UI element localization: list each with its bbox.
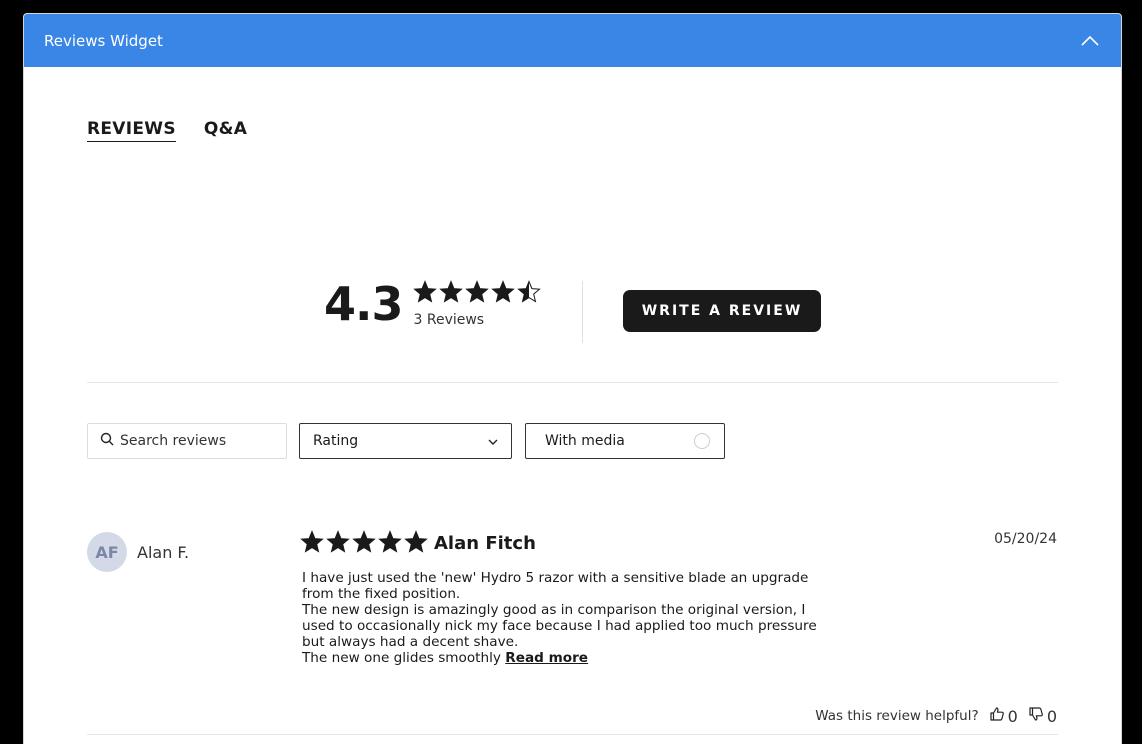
reviews-widget: Reviews Widget REVIEWS Q&A 4.3 3 Reviews… xyxy=(23,13,1122,744)
review-title: Alan Fitch xyxy=(434,533,536,554)
review-line-text: The new one glides smoothly xyxy=(302,650,501,666)
search-box[interactable] xyxy=(87,423,287,459)
review-body: I have just used the 'new' Hydro 5 razor… xyxy=(302,570,842,666)
chevron-up-icon[interactable] xyxy=(1079,30,1101,52)
with-media-toggle[interactable]: With media xyxy=(525,423,725,459)
thumbs-down-button[interactable]: 0 xyxy=(1028,706,1057,726)
summary-star-icon xyxy=(412,280,437,309)
thumbs-up-button[interactable]: 0 xyxy=(989,706,1018,726)
review-line: The new design is amazingly good as in c… xyxy=(302,602,817,650)
summary-star-icon xyxy=(438,280,463,309)
chevron-down-icon xyxy=(488,433,498,449)
widget-title: Reviews Widget xyxy=(44,31,163,50)
review-divider xyxy=(87,734,1058,735)
review-stars xyxy=(300,530,428,559)
summary-star-icon xyxy=(516,280,541,309)
search-input[interactable] xyxy=(120,433,270,449)
summary-star-icon xyxy=(490,280,515,309)
tab-bar: REVIEWS Q&A xyxy=(87,119,247,142)
thumbs-up-icon xyxy=(989,706,1005,726)
review-date: 05/20/24 xyxy=(994,531,1057,547)
with-media-label: With media xyxy=(545,433,625,449)
helpful-label: Was this review helpful? xyxy=(815,708,979,724)
tab-qa[interactable]: Q&A xyxy=(204,119,247,142)
review-star-icon xyxy=(378,530,402,559)
rating-summary: 4.3 3 Reviews xyxy=(324,280,541,328)
summary-divider xyxy=(582,281,583,343)
thumbs-down-icon xyxy=(1028,706,1044,726)
summary-star-icon xyxy=(464,280,489,309)
write-review-button[interactable]: WRITE A REVIEW xyxy=(623,290,821,332)
review-count: 3 Reviews xyxy=(413,312,485,328)
toggle-circle-icon[interactable] xyxy=(694,433,710,449)
review-star-icon xyxy=(326,530,350,559)
review-star-icon xyxy=(404,530,428,559)
rating-select[interactable]: Rating xyxy=(299,423,512,459)
reviewer-name: Alan F. xyxy=(137,543,190,562)
section-divider xyxy=(87,382,1058,383)
average-rating: 4.3 xyxy=(324,277,403,331)
tab-reviews[interactable]: REVIEWS xyxy=(87,119,176,142)
review-line-last: The new one glides smoothly Read more xyxy=(302,650,842,666)
summary-stars xyxy=(412,280,541,309)
upvote-count: 0 xyxy=(1007,706,1018,726)
downvote-count: 0 xyxy=(1046,706,1057,726)
rating-select-label: Rating xyxy=(313,433,359,449)
avatar: AF xyxy=(87,532,127,572)
review-star-icon xyxy=(300,530,324,559)
review-line: I have just used the 'new' Hydro 5 razor… xyxy=(302,570,809,602)
read-more-link[interactable]: Read more xyxy=(505,650,588,666)
search-icon xyxy=(100,432,114,451)
helpful-section: Was this review helpful? 0 0 xyxy=(815,706,1057,726)
review-star-icon xyxy=(352,530,376,559)
widget-header[interactable]: Reviews Widget xyxy=(24,14,1121,67)
